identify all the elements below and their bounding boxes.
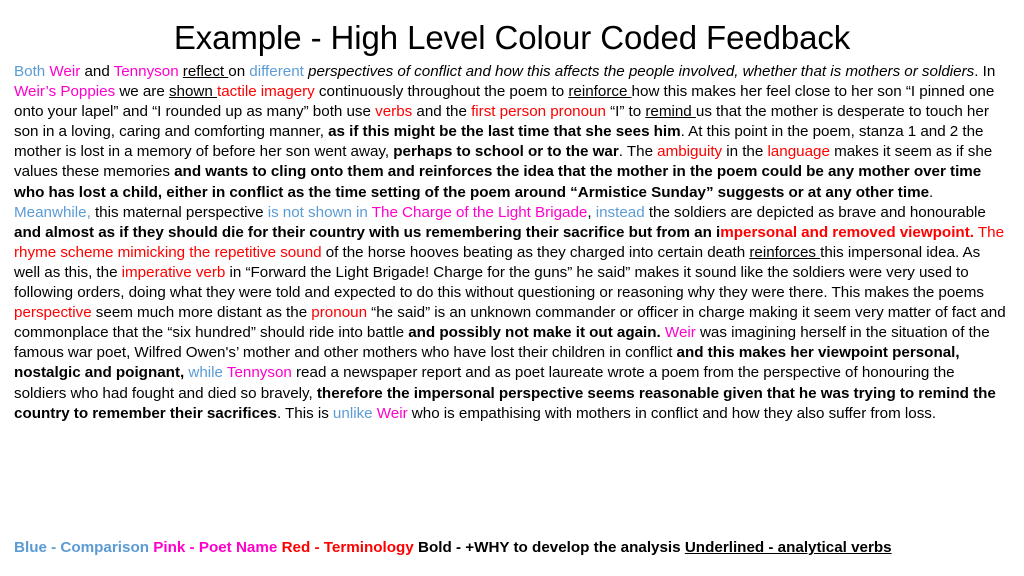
legend-run-0: Blue - Comparison <box>14 539 150 556</box>
text-run-51: perspective <box>14 304 92 322</box>
colour-code-key: Blue - Comparison Pink - Poet Name Red -… <box>14 538 1014 558</box>
text-run-36: is not shown in <box>267 203 368 221</box>
text-run-46: of the horse hooves beating as they char… <box>321 243 750 261</box>
text-run-61: while <box>188 364 223 382</box>
text-run-0: Both <box>14 63 50 80</box>
text-run-3: Tennyson <box>113 63 179 80</box>
text-run-29: in the <box>722 143 768 161</box>
text-run-15: continuously throughout the poem to <box>314 83 569 101</box>
text-run-1: Weir <box>49 63 81 80</box>
text-run-2: and <box>80 63 114 80</box>
text-run-40: instead <box>595 203 645 221</box>
text-run-5: reflect <box>182 63 229 80</box>
text-run-14: tactile imagery <box>216 83 315 101</box>
text-run-35: this maternal perspective <box>90 203 268 221</box>
feedback-body-paragraph: Both Weir and Tennyson reflect on differ… <box>14 62 1010 424</box>
text-run-24: as if this might be the last time that s… <box>328 123 681 141</box>
text-run-12: we are <box>115 83 169 101</box>
text-run-11: Weir’s Poppies <box>14 83 116 101</box>
text-run-33: . <box>929 183 934 201</box>
text-run-39: , <box>587 203 596 221</box>
text-run-30: language <box>767 143 830 161</box>
text-run-49: imperative verb <box>121 263 226 281</box>
text-run-57: Weir <box>664 324 696 342</box>
legend-run-8: Underlined - analytical verbs <box>684 539 892 556</box>
text-run-21: “I” to <box>605 103 646 121</box>
page-title: Example - High Level Colour Coded Feedba… <box>173 19 851 57</box>
text-run-22: remind <box>645 103 696 121</box>
legend-run-2: Pink - Poet Name <box>153 539 278 556</box>
text-run-55: and possibly not make it out again. <box>408 324 661 342</box>
text-run-27: . The <box>618 143 658 161</box>
text-run-63: Tennyson <box>226 364 292 382</box>
text-run-19: and the <box>412 103 472 121</box>
text-run-52: seem much more distant as the <box>91 304 312 322</box>
text-run-69: Weir <box>376 404 408 422</box>
text-run-53: pronoun <box>311 304 368 322</box>
legend-run-6: Bold - +WHY to develop the analysis <box>418 539 681 556</box>
text-run-47: reinforces <box>749 243 821 261</box>
text-run-28: ambiguity <box>657 143 723 161</box>
text-run-34: Meanwhile, <box>14 203 91 221</box>
text-run-20: first person pronoun <box>471 103 606 121</box>
text-run-70: who is empathising with mothers in confl… <box>407 404 937 422</box>
text-run-43: mpersonal and removed viewpoint. <box>720 223 974 241</box>
text-run-67: unlike <box>332 404 373 422</box>
text-run-38: The Charge of the Light Brigade <box>371 203 588 221</box>
text-run-18: verbs <box>375 103 413 121</box>
text-run-26: perhaps to school or to the war <box>393 143 619 161</box>
text-run-6: on <box>228 63 250 80</box>
legend-run-4: Red - Terminology <box>281 539 414 556</box>
text-run-16: reinforce <box>568 83 632 101</box>
text-run-41: the soldiers are depicted as brave and h… <box>644 203 986 221</box>
text-run-7: different <box>249 63 304 80</box>
text-run-9: perspectives of conflict and how this af… <box>308 63 975 80</box>
text-run-13: shown <box>168 83 217 101</box>
text-run-66: . This is <box>276 404 333 422</box>
text-run-42: and almost as if they should die for the… <box>14 223 721 241</box>
slide-canvas: Example - High Level Colour Coded Feedba… <box>0 0 1024 576</box>
text-run-10: . In <box>974 63 996 80</box>
